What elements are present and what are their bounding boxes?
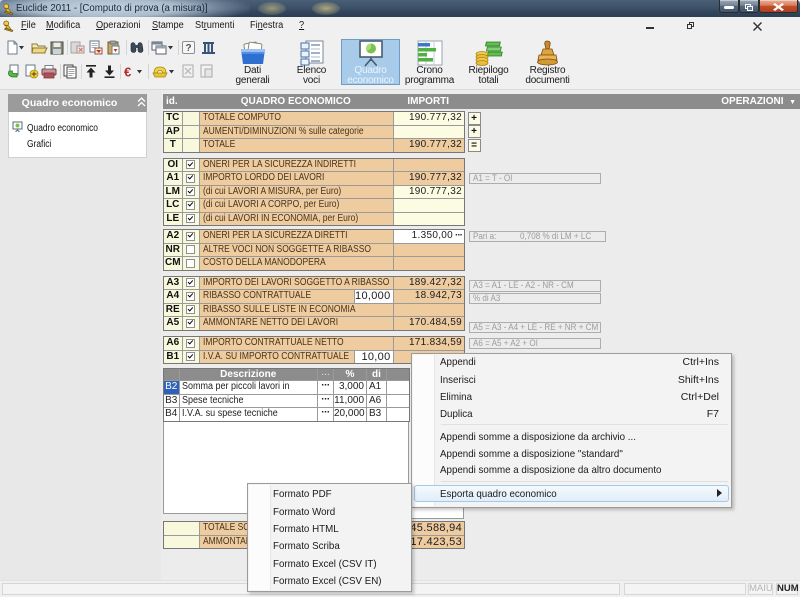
svg-text:?: ? — [185, 43, 191, 54]
svg-text:€: € — [124, 65, 131, 80]
